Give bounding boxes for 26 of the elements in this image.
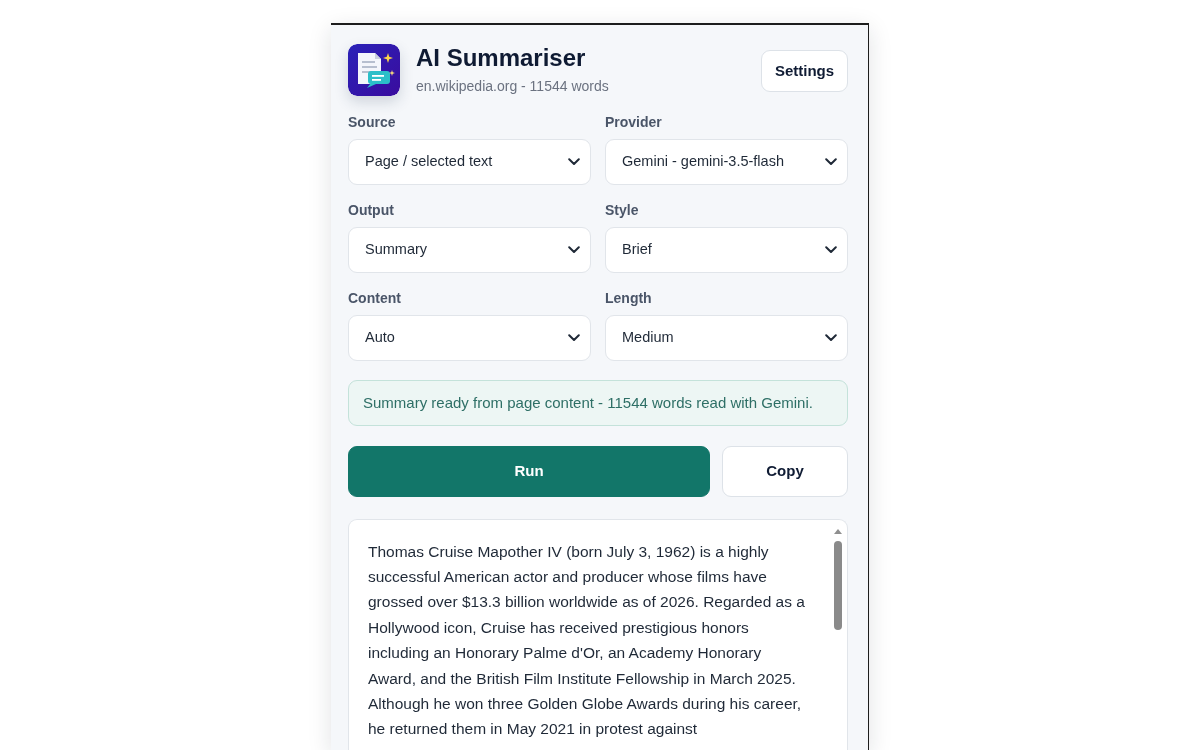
chevron-icon — [568, 245, 580, 254]
select-field[interactable]: Summary — [348, 226, 591, 273]
copy-button[interactable]: Copy — [722, 445, 848, 497]
field-label: Style — [605, 201, 640, 219]
field-label: Content — [348, 289, 402, 307]
chevron-icon — [825, 333, 837, 342]
status-message: Summary ready from page content - 11544 words read with Gemini. — [348, 379, 848, 426]
select-field[interactable]: Auto — [348, 314, 591, 361]
field-label: Length — [605, 289, 653, 307]
chevron-icon — [825, 245, 837, 254]
summary-text: Thomas Cruise Mapother IV (born July 3, 1962) is a highly successful American actor and producer whose films have grossed over $13.3 billion worldwide as of 2026. Regarded as a Hollywood icon, Cruise has received prestigious honors including an Honorary Palme d'Or, an Academy Honorary Award, and the British Film Institute Fellowship in March 2025. Although he won three Golden Globe Awards during his career, he returned them in May 2021 in protest against — [368, 541, 806, 740]
chevron-icon — [825, 157, 837, 166]
app-title: AI Summariser — [416, 44, 587, 72]
select-field[interactable]: Page / selected text — [348, 138, 591, 185]
document-chat-icon — [348, 44, 400, 96]
chevron-icon — [568, 157, 580, 166]
field-label: Provider — [605, 113, 663, 131]
field-label: Source — [348, 113, 397, 131]
select-field[interactable]: Medium — [605, 314, 848, 361]
select-field[interactable]: Brief — [605, 226, 848, 273]
page-info: en.wikipedia.org - 11544 words — [416, 76, 610, 96]
settings-button[interactable]: Settings — [761, 50, 848, 92]
field-label: Output — [348, 201, 395, 219]
run-button[interactable]: Run — [348, 445, 710, 497]
select-field[interactable]: Gemini - gemini-3.5-flash — [605, 138, 848, 185]
chevron-icon — [568, 333, 580, 342]
